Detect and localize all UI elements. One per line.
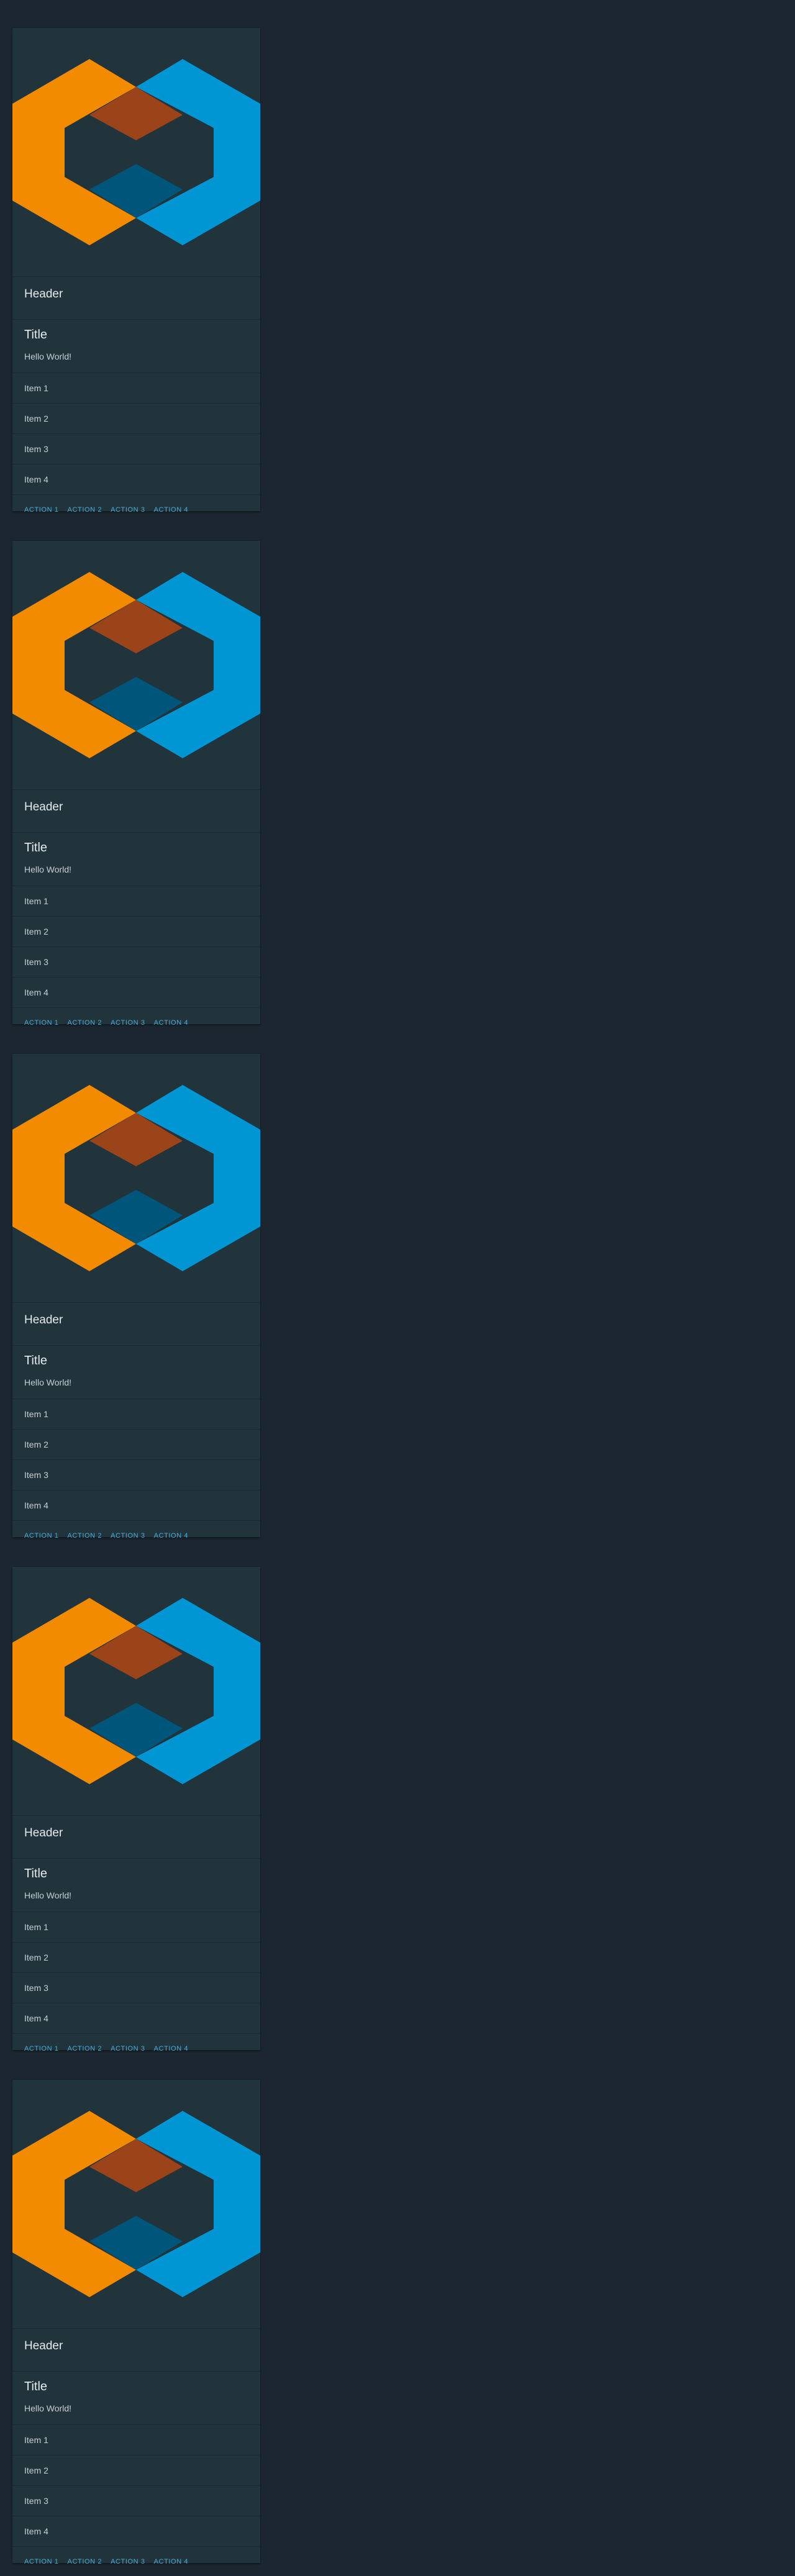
action-1-button[interactable]: Action 1 <box>24 1532 59 1540</box>
card: Header Title Hello World! Item 1 Item 2 … <box>12 541 260 1027</box>
action-1-button[interactable]: Action 1 <box>24 2558 59 2565</box>
list-item[interactable]: Item 3 <box>12 1459 260 1490</box>
list-item[interactable]: Item 3 <box>12 433 260 464</box>
card-media <box>12 1567 260 1829</box>
card-text: Hello World! <box>24 1890 71 1900</box>
list-item[interactable]: Item 1 <box>12 886 260 916</box>
list-item[interactable]: Item 4 <box>12 1490 260 1520</box>
action-3-button[interactable]: Action 3 <box>111 2045 145 2052</box>
list-item[interactable]: Item 3 <box>12 2485 260 2516</box>
list-item[interactable]: Item 4 <box>12 2516 260 2546</box>
list-item[interactable]: Item 1 <box>12 1912 260 1942</box>
card-actions: Action 1 Action 2 Action 3 Action 4 <box>12 2033 260 2063</box>
action-1-button[interactable]: Action 1 <box>24 506 59 514</box>
list-item[interactable]: Item 1 <box>12 2424 260 2455</box>
card-title-block: Title Hello World! <box>12 2371 260 2424</box>
card-title: Title <box>24 841 48 855</box>
list-item[interactable]: Item 2 <box>12 2455 260 2485</box>
action-3-button[interactable]: Action 3 <box>111 1019 145 1027</box>
card-text: Hello World! <box>24 864 71 874</box>
list-item[interactable]: Item 2 <box>12 1429 260 1459</box>
card-text: Hello World! <box>24 1377 71 1387</box>
action-1-button[interactable]: Action 1 <box>24 2045 59 2052</box>
card-header: Header <box>12 2328 260 2371</box>
card-header: Header <box>12 276 260 319</box>
card: Header Title Hello World! Item 1 Item 2 … <box>12 1054 260 1540</box>
card-title-block: Title Hello World! <box>12 1345 260 1399</box>
card-media <box>12 541 260 803</box>
card-header: Header <box>12 789 260 832</box>
list-item[interactable]: Item 2 <box>12 916 260 946</box>
card-text: Hello World! <box>24 2403 71 2413</box>
action-4-button[interactable]: Action 4 <box>154 2558 189 2565</box>
list-item[interactable]: Item 3 <box>12 1972 260 2003</box>
action-4-button[interactable]: Action 4 <box>154 1532 189 1540</box>
list-item[interactable]: Item 4 <box>12 977 260 1007</box>
card: Header Title Hello World! Item 1 Item 2 … <box>12 2080 260 2565</box>
card-header: Header <box>12 1302 260 1345</box>
list-item[interactable]: Item 4 <box>12 464 260 494</box>
logo-icon <box>12 1085 260 1271</box>
card-gallery: Header Title Hello World! Item 1 Item 2 … <box>0 0 795 2575</box>
list-item[interactable]: Item 1 <box>12 373 260 403</box>
action-4-button[interactable]: Action 4 <box>154 2045 189 2052</box>
card-actions: Action 1 Action 2 Action 3 Action 4 <box>12 494 260 524</box>
card: Header Title Hello World! Item 1 Item 2 … <box>12 28 260 514</box>
action-2-button[interactable]: Action 2 <box>68 506 102 514</box>
action-3-button[interactable]: Action 3 <box>111 1532 145 1540</box>
logo-icon <box>12 1598 260 1784</box>
card-actions: Action 1 Action 2 Action 3 Action 4 <box>12 1007 260 1037</box>
list-item[interactable]: Item 1 <box>12 1399 260 1429</box>
action-1-button[interactable]: Action 1 <box>24 1019 59 1027</box>
card-media <box>12 1054 260 1316</box>
action-2-button[interactable]: Action 2 <box>68 2558 102 2565</box>
list-item[interactable]: Item 2 <box>12 1942 260 1972</box>
card-title: Title <box>24 2380 48 2393</box>
card-actions: Action 1 Action 2 Action 3 Action 4 <box>12 1520 260 1550</box>
action-2-button[interactable]: Action 2 <box>68 2045 102 2052</box>
card-actions: Action 1 Action 2 Action 3 Action 4 <box>12 2546 260 2576</box>
card-media <box>12 2080 260 2342</box>
list-item[interactable]: Item 3 <box>12 946 260 977</box>
action-4-button[interactable]: Action 4 <box>154 1019 189 1027</box>
list-item[interactable]: Item 4 <box>12 2003 260 2033</box>
card-title-block: Title Hello World! <box>12 319 260 373</box>
card-title: Title <box>24 1867 48 1880</box>
action-2-button[interactable]: Action 2 <box>68 1019 102 1027</box>
card-title: Title <box>24 1354 48 1367</box>
card-title-block: Title Hello World! <box>12 1858 260 1912</box>
card-text: Hello World! <box>24 351 71 361</box>
card-media <box>12 28 260 290</box>
card-title-block: Title Hello World! <box>12 832 260 886</box>
action-4-button[interactable]: Action 4 <box>154 506 189 514</box>
logo-icon <box>12 2111 260 2297</box>
action-3-button[interactable]: Action 3 <box>111 2558 145 2565</box>
action-3-button[interactable]: Action 3 <box>111 506 145 514</box>
card-header: Header <box>12 1815 260 1858</box>
card-title: Title <box>24 328 48 342</box>
list-item[interactable]: Item 2 <box>12 403 260 433</box>
logo-icon <box>12 572 260 758</box>
action-2-button[interactable]: Action 2 <box>68 1532 102 1540</box>
logo-icon <box>12 59 260 245</box>
card: Header Title Hello World! Item 1 Item 2 … <box>12 1567 260 2052</box>
